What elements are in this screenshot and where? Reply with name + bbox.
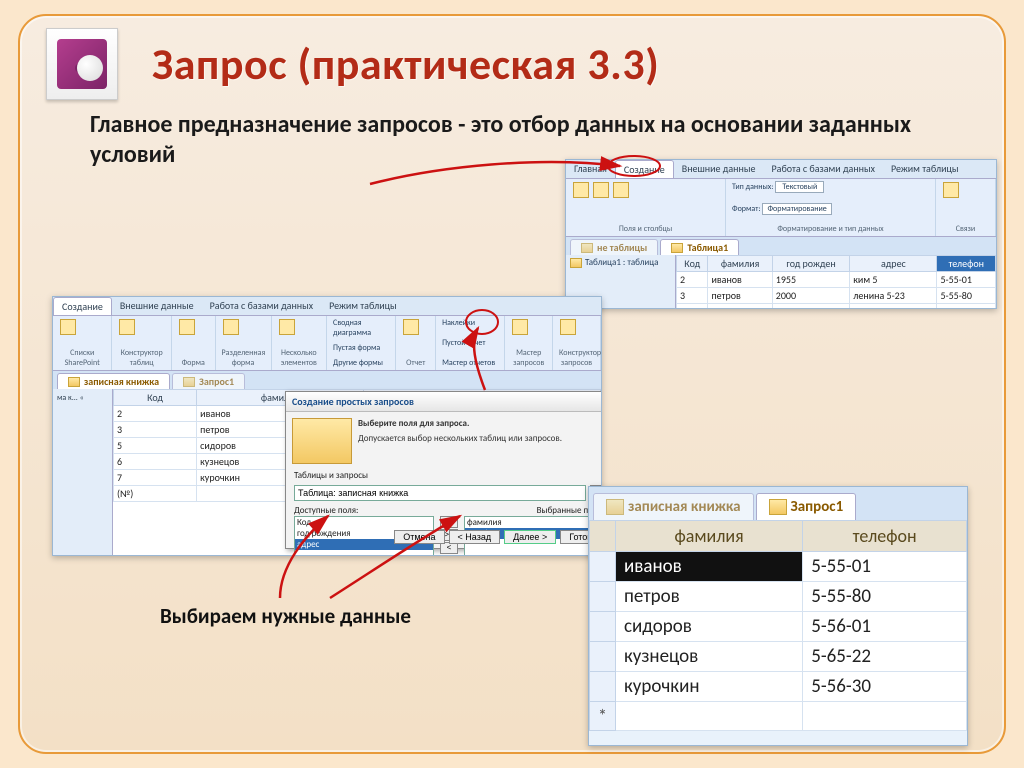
back-button[interactable]: < Назад bbox=[449, 530, 501, 544]
ribbon-tab-active[interactable]: Создание bbox=[615, 160, 674, 178]
cell[interactable] bbox=[803, 702, 967, 731]
tables-combo[interactable] bbox=[294, 485, 586, 501]
object-tab[interactable]: Запрос1 bbox=[756, 493, 857, 520]
query-wizard-dialog: Создание простых запросов Выберите поля … bbox=[285, 391, 602, 549]
object-tab[interactable]: записная книжка bbox=[593, 493, 754, 520]
access-icon bbox=[46, 28, 118, 100]
cell[interactable] bbox=[615, 702, 802, 731]
table-icon bbox=[570, 258, 582, 268]
next-button[interactable]: Далее > bbox=[504, 530, 556, 544]
cell[interactable]: 5-55-01 bbox=[803, 552, 967, 582]
ribbon-btn-query-wizard[interactable]: Мастер запросов bbox=[511, 348, 546, 368]
ribbon-btn[interactable]: Пустая форма bbox=[333, 343, 389, 353]
ribbon-btn[interactable]: Другие формы bbox=[333, 358, 389, 368]
col-header[interactable]: фамилия bbox=[708, 256, 772, 272]
ribbon-tab[interactable]: Главная bbox=[566, 160, 615, 178]
ribbon-btn[interactable]: Сводная диаграмма bbox=[333, 318, 389, 338]
nav-pane: ма к... « bbox=[53, 389, 113, 556]
slide-title: Запрос (практическая 3.3) bbox=[152, 37, 659, 91]
wizard-instruction: Выберите поля для запроса. bbox=[358, 418, 602, 429]
ribbon-btn[interactable]: Форма bbox=[178, 358, 209, 368]
cell[interactable]: петров bbox=[615, 582, 802, 612]
cell[interactable]: 5-56-01 bbox=[803, 612, 967, 642]
ribbon-label: Формат: bbox=[732, 204, 760, 214]
ribbon-combo[interactable]: Форматирование bbox=[762, 203, 831, 215]
wizard-icon bbox=[292, 418, 352, 464]
available-fields-label: Доступные поля: bbox=[294, 505, 358, 516]
move-right-button[interactable]: > bbox=[440, 516, 458, 528]
table-icon bbox=[671, 243, 683, 253]
ribbon-tab[interactable]: Работа с базами данных bbox=[764, 160, 884, 178]
ribbon-label: Тип данных: bbox=[732, 182, 773, 192]
table-icon bbox=[68, 377, 80, 387]
ribbon-btn[interactable]: Пустой отчет bbox=[442, 338, 498, 348]
ribbon-btn[interactable]: Мастер отчетов bbox=[442, 358, 498, 368]
col-header[interactable]: адрес bbox=[850, 256, 937, 272]
object-tab[interactable]: не таблицы bbox=[570, 239, 658, 255]
ribbon-tab[interactable]: Режим таблицы bbox=[321, 297, 405, 315]
ribbon-group-label: Форматирование и тип данных bbox=[732, 224, 929, 234]
data-table: Код фамилия год рожден адрес телефон 2ив… bbox=[676, 255, 996, 309]
wizard-title: Создание простых запросов bbox=[286, 392, 602, 412]
ribbon-combo[interactable]: Текстовый bbox=[775, 181, 824, 193]
ribbon-btn[interactable]: Конструктор запросов bbox=[559, 348, 594, 368]
cell[interactable]: курочкин bbox=[615, 672, 802, 702]
ribbon-tab[interactable]: Работа с базами данных bbox=[202, 297, 322, 315]
ribbon-btn[interactable]: Наклейки bbox=[442, 318, 498, 328]
ribbon-btn[interactable]: Отчет bbox=[402, 358, 429, 368]
caption-select-fields: Выбираем нужные данные bbox=[160, 603, 411, 629]
screenshot-ribbon-table: Главная Создание Внешние данные Работа с… bbox=[565, 159, 997, 309]
row-selector-header bbox=[590, 521, 616, 552]
object-tab[interactable]: Таблица1 bbox=[660, 239, 739, 255]
ribbon-btn[interactable]: Списки SharePoint bbox=[59, 348, 105, 368]
ribbon-tab[interactable]: Режим таблицы bbox=[883, 160, 967, 178]
ribbon-group-label: Связи bbox=[942, 224, 989, 234]
screenshot-query-wizard: Создание Внешние данные Работа с базами … bbox=[52, 296, 602, 556]
cell[interactable]: 5-56-30 bbox=[803, 672, 967, 702]
wizard-combo-label: Таблицы и запросы bbox=[286, 470, 602, 481]
cancel-button[interactable]: Отмена bbox=[394, 530, 444, 544]
col-header[interactable]: Код bbox=[114, 390, 197, 406]
query-result-table: фамилия телефон иванов5-55-01 петров5-55… bbox=[589, 520, 967, 731]
ribbon-tab-active[interactable]: Создание bbox=[53, 297, 112, 315]
ribbon-tabs: Главная Создание Внешние данные Работа с… bbox=[566, 160, 996, 179]
query-icon bbox=[769, 499, 787, 515]
ribbon-tab[interactable]: Внешние данные bbox=[674, 160, 764, 178]
col-header[interactable]: год рожден bbox=[772, 256, 849, 272]
col-header[interactable]: телефон bbox=[937, 256, 996, 272]
col-header[interactable]: телефон bbox=[803, 521, 967, 552]
ribbon-tab[interactable]: Внешние данные bbox=[112, 297, 202, 315]
wizard-instruction-sub: Допускается выбор нескольких таблиц или … bbox=[358, 433, 562, 444]
ribbon-btn[interactable]: Конструктор таблиц bbox=[118, 348, 164, 368]
ribbon-btn[interactable]: Разделенная форма bbox=[222, 348, 265, 368]
ribbon-group-label: Поля и столбцы bbox=[572, 224, 719, 234]
object-tab[interactable]: Запрос1 bbox=[172, 373, 245, 389]
table-icon bbox=[581, 243, 593, 253]
ribbon-body: Поля и столбцы Тип данных: Текстовый Фор… bbox=[566, 179, 996, 237]
col-header[interactable]: фамилия bbox=[615, 521, 802, 552]
new-row-icon[interactable]: * bbox=[590, 702, 616, 731]
col-header[interactable]: Код bbox=[677, 256, 708, 272]
cell[interactable]: иванов bbox=[615, 552, 802, 582]
cell[interactable]: сидоров bbox=[615, 612, 802, 642]
cell[interactable]: 5-55-80 bbox=[803, 582, 967, 612]
screenshot-query-result: записная книжка Запрос1 фамилия телефон … bbox=[588, 486, 968, 746]
query-icon bbox=[183, 377, 195, 387]
object-tab[interactable]: записная книжка bbox=[57, 373, 170, 389]
cell[interactable]: кузнецов bbox=[615, 642, 802, 672]
ribbon-btn[interactable]: Несколько элементов bbox=[278, 348, 321, 368]
cell[interactable]: 5-65-22 bbox=[803, 642, 967, 672]
table-icon bbox=[606, 499, 624, 515]
